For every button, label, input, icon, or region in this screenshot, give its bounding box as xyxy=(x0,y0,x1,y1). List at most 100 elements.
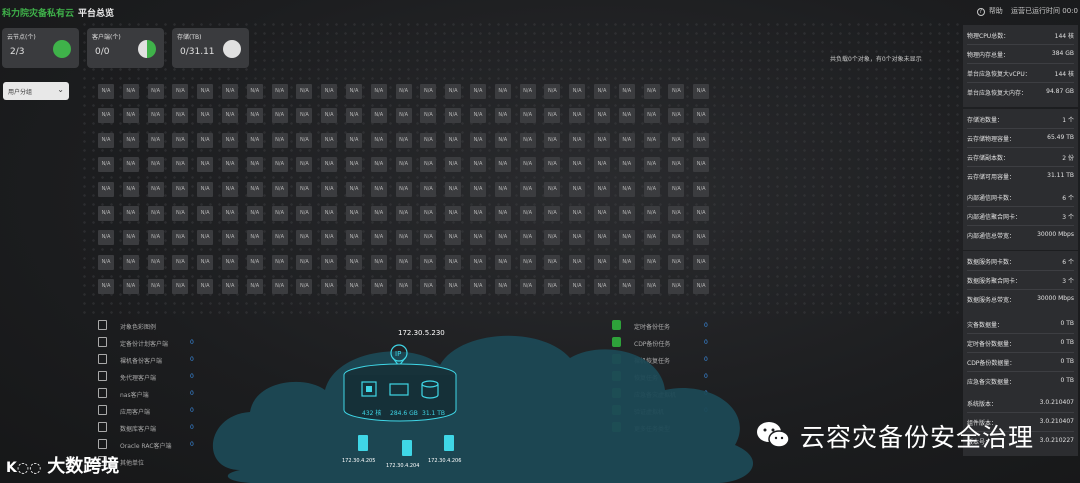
grid-cell[interactable]: N/A xyxy=(668,84,685,99)
grid-cell[interactable]: N/A xyxy=(470,157,486,173)
grid-cell[interactable]: N/A xyxy=(296,181,313,197)
grid-cell[interactable]: N/A xyxy=(271,157,288,173)
grid-cell[interactable]: N/A xyxy=(346,181,362,197)
grid-cell[interactable]: N/A xyxy=(643,230,660,246)
grid-cell[interactable]: N/A xyxy=(668,132,685,148)
grid-cell[interactable]: N/A xyxy=(445,181,462,197)
grid-cell[interactable]: N/A xyxy=(569,254,586,270)
grid-cell[interactable]: N/A xyxy=(544,108,561,124)
grid-cell[interactable]: N/A xyxy=(122,279,139,295)
grid-cell[interactable]: N/A xyxy=(271,108,288,124)
grid-cell[interactable]: N/A xyxy=(346,254,362,270)
grid-cell[interactable]: N/A xyxy=(395,206,412,221)
grid-cell[interactable]: N/A xyxy=(395,84,412,99)
grid-cell[interactable]: N/A xyxy=(296,157,313,173)
grid-cell[interactable]: N/A xyxy=(172,157,189,173)
grid-cell[interactable]: N/A xyxy=(569,132,586,148)
grid-cell[interactable]: N/A xyxy=(569,181,586,197)
grid-cell[interactable]: N/A xyxy=(197,254,214,270)
grid-cell[interactable]: N/A xyxy=(296,108,313,124)
grid-cell[interactable]: N/A xyxy=(668,108,685,124)
grid-cell[interactable]: N/A xyxy=(172,108,189,124)
grid-cell[interactable]: N/A xyxy=(544,254,561,270)
grid-cell[interactable]: N/A xyxy=(370,132,387,148)
grid-cell[interactable]: N/A xyxy=(346,157,362,173)
grid-cell[interactable]: N/A xyxy=(321,230,338,246)
grid-cell[interactable]: N/A xyxy=(98,230,114,246)
grid-cell[interactable]: N/A xyxy=(643,206,660,221)
grid-cell[interactable]: N/A xyxy=(643,157,660,173)
grid-cell[interactable]: N/A xyxy=(346,206,362,221)
grid-cell[interactable]: N/A xyxy=(98,157,114,173)
grid-cell[interactable]: N/A xyxy=(668,157,685,173)
grid-cell[interactable]: N/A xyxy=(122,206,139,221)
grid-cell[interactable]: N/A xyxy=(296,84,313,99)
grid-cell[interactable]: N/A xyxy=(420,279,437,295)
grid-cell[interactable]: N/A xyxy=(395,132,412,148)
grid-cell[interactable]: N/A xyxy=(122,157,139,173)
grid-cell[interactable]: N/A xyxy=(197,279,214,295)
grid-cell[interactable]: N/A xyxy=(569,206,586,221)
legend-item[interactable]: 免代理客户端 0 xyxy=(98,371,208,383)
grid-cell[interactable]: N/A xyxy=(519,181,536,197)
grid-cell[interactable]: N/A xyxy=(470,84,486,99)
legend-item[interactable]: 定备份计划客户端 0 xyxy=(98,337,208,349)
grid-cell[interactable]: N/A xyxy=(420,84,437,99)
grid-cell[interactable]: N/A xyxy=(147,181,164,197)
legend-item[interactable]: 裸机备份客户端 0 xyxy=(98,354,208,366)
grid-cell[interactable]: N/A xyxy=(246,279,263,295)
grid-cell[interactable]: N/A xyxy=(122,132,139,148)
grid-cell[interactable]: N/A xyxy=(445,132,462,148)
grid-cell[interactable]: N/A xyxy=(594,132,610,148)
grid-cell[interactable]: N/A xyxy=(370,206,387,221)
grid-cell[interactable]: N/A xyxy=(346,84,362,99)
grid-cell[interactable]: N/A xyxy=(395,230,412,246)
grid-cell[interactable]: N/A xyxy=(643,181,660,197)
grid-cell[interactable]: N/A xyxy=(395,157,412,173)
grid-cell[interactable]: N/A xyxy=(544,279,561,295)
grid-cell[interactable]: N/A xyxy=(519,84,536,99)
grid-cell[interactable]: N/A xyxy=(321,108,338,124)
grid-cell[interactable]: N/A xyxy=(370,84,387,99)
legend-item[interactable]: 对象色彩图例 xyxy=(98,320,208,332)
grid-cell[interactable]: N/A xyxy=(618,206,635,221)
grid-cell[interactable]: N/A xyxy=(296,132,313,148)
grid-cell[interactable]: N/A xyxy=(147,279,164,295)
grid-cell[interactable]: N/A xyxy=(98,279,114,295)
grid-cell[interactable]: N/A xyxy=(271,181,288,197)
grid-cell[interactable]: N/A xyxy=(494,157,511,173)
grid-cell[interactable]: N/A xyxy=(668,181,685,197)
grid-cell[interactable]: N/A xyxy=(197,108,214,124)
grid-cell[interactable]: N/A xyxy=(494,206,511,221)
grid-cell[interactable]: N/A xyxy=(618,157,635,173)
grid-cell[interactable]: N/A xyxy=(395,254,412,270)
grid-cell[interactable]: N/A xyxy=(271,254,288,270)
grid-cell[interactable]: N/A xyxy=(395,108,412,124)
grid-cell[interactable]: N/A xyxy=(370,157,387,173)
grid-cell[interactable]: N/A xyxy=(246,254,263,270)
grid-cell[interactable]: N/A xyxy=(618,132,635,148)
grid-cell[interactable]: N/A xyxy=(346,132,362,148)
grid-cell[interactable]: N/A xyxy=(321,279,338,295)
server-icon[interactable] xyxy=(358,435,368,451)
clients-card[interactable]: 客户端(个) 0/0 xyxy=(87,28,164,68)
grid-cell[interactable]: N/A xyxy=(370,279,387,295)
grid-cell[interactable]: N/A xyxy=(618,254,635,270)
grid-cell[interactable]: N/A xyxy=(618,279,635,295)
grid-cell[interactable]: N/A xyxy=(594,254,610,270)
grid-cell[interactable]: N/A xyxy=(420,181,437,197)
grid-cell[interactable]: N/A xyxy=(147,132,164,148)
grid-cell[interactable]: N/A xyxy=(544,181,561,197)
grid-cell[interactable]: N/A xyxy=(668,206,685,221)
grid-cell[interactable]: N/A xyxy=(197,84,214,99)
grid-cell[interactable]: N/A xyxy=(668,254,685,270)
grid-cell[interactable]: N/A xyxy=(246,230,263,246)
grid-cell[interactable]: N/A xyxy=(321,181,338,197)
grid-cell[interactable]: N/A xyxy=(172,132,189,148)
grid-cell[interactable]: N/A xyxy=(172,279,189,295)
grid-cell[interactable]: N/A xyxy=(569,84,586,99)
grid-cell[interactable]: N/A xyxy=(296,254,313,270)
grid-cell[interactable]: N/A xyxy=(420,254,437,270)
grid-cell[interactable]: N/A xyxy=(98,206,114,221)
grid-cell[interactable]: N/A xyxy=(172,206,189,221)
